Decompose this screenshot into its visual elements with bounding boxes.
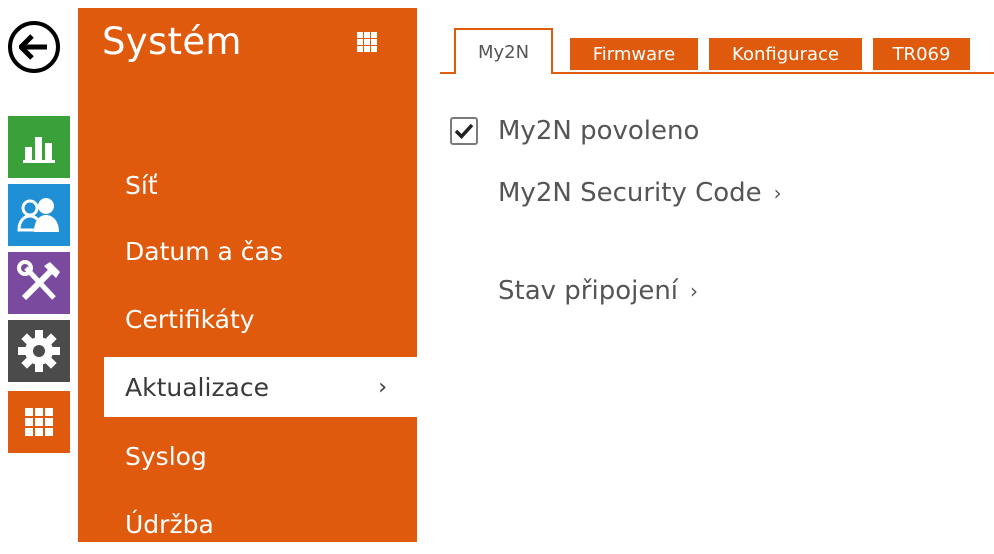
tab-tr069[interactable]: TR069 (873, 38, 970, 70)
users-icon (17, 198, 59, 232)
menu-item-update[interactable]: Aktualizace › (104, 357, 417, 417)
chevron-right-icon: › (378, 374, 387, 400)
tab-label: Firmware (592, 43, 676, 65)
hardware-button[interactable] (8, 320, 70, 382)
menu-item-label: Síť (125, 170, 158, 200)
tab-label: My2N (477, 41, 530, 63)
menu-item-label: Aktualizace (125, 372, 270, 402)
menu-item-syslog[interactable]: Syslog (78, 426, 417, 486)
chevron-right-icon: › (773, 181, 782, 205)
tab-my2n[interactable]: My2N (454, 28, 553, 74)
tab-label: Konfigurace (732, 43, 839, 65)
grid-icon[interactable] (357, 32, 377, 52)
arrow-left-icon (19, 34, 47, 60)
tab-bar: My2N Firmware Konfigurace TR069 (440, 28, 994, 74)
tab-firmware[interactable]: Firmware (570, 38, 698, 70)
users-button[interactable] (8, 184, 70, 246)
security-code-link[interactable]: My2N Security Code › (498, 178, 782, 208)
menu-item-date-time[interactable]: Datum a čas (78, 221, 417, 281)
menu-item-label: Certifikáty (125, 304, 255, 334)
menu-item-label: Údržba (125, 509, 214, 539)
connection-state-link[interactable]: Stav připojení › (498, 276, 698, 306)
menu-item-label: Syslog (125, 441, 207, 471)
main-navigation-rail (0, 0, 78, 542)
menu-item-label: Datum a čas (125, 236, 283, 266)
my2n-enable-checkbox[interactable] (450, 117, 478, 145)
status-button[interactable] (8, 116, 70, 178)
bar-chart-icon (23, 137, 55, 163)
back-button[interactable] (8, 21, 60, 73)
menu-item-certificates[interactable]: Certifikáty (78, 289, 417, 349)
connection-state-label: Stav připojení (498, 276, 679, 306)
gear-icon (18, 330, 60, 372)
system-button[interactable] (8, 391, 70, 453)
checkmark-icon (454, 123, 474, 139)
menu-title: Systém (102, 20, 242, 63)
my2n-enable-row: My2N povoleno (450, 116, 699, 146)
system-menu: Systém Síť Datum a čas Certifikáty Aktua… (78, 8, 417, 542)
tab-configuration[interactable]: Konfigurace (709, 38, 862, 70)
tab-label: TR069 (892, 43, 951, 65)
services-button[interactable] (8, 252, 70, 314)
my2n-enable-label: My2N povoleno (498, 116, 700, 146)
grid-icon (25, 408, 53, 436)
tools-icon (17, 260, 60, 301)
menu-item-network[interactable]: Síť (78, 155, 417, 215)
chevron-right-icon: › (690, 279, 699, 303)
security-code-label: My2N Security Code (498, 178, 762, 208)
menu-item-maintenance[interactable]: Údržba (78, 494, 417, 554)
